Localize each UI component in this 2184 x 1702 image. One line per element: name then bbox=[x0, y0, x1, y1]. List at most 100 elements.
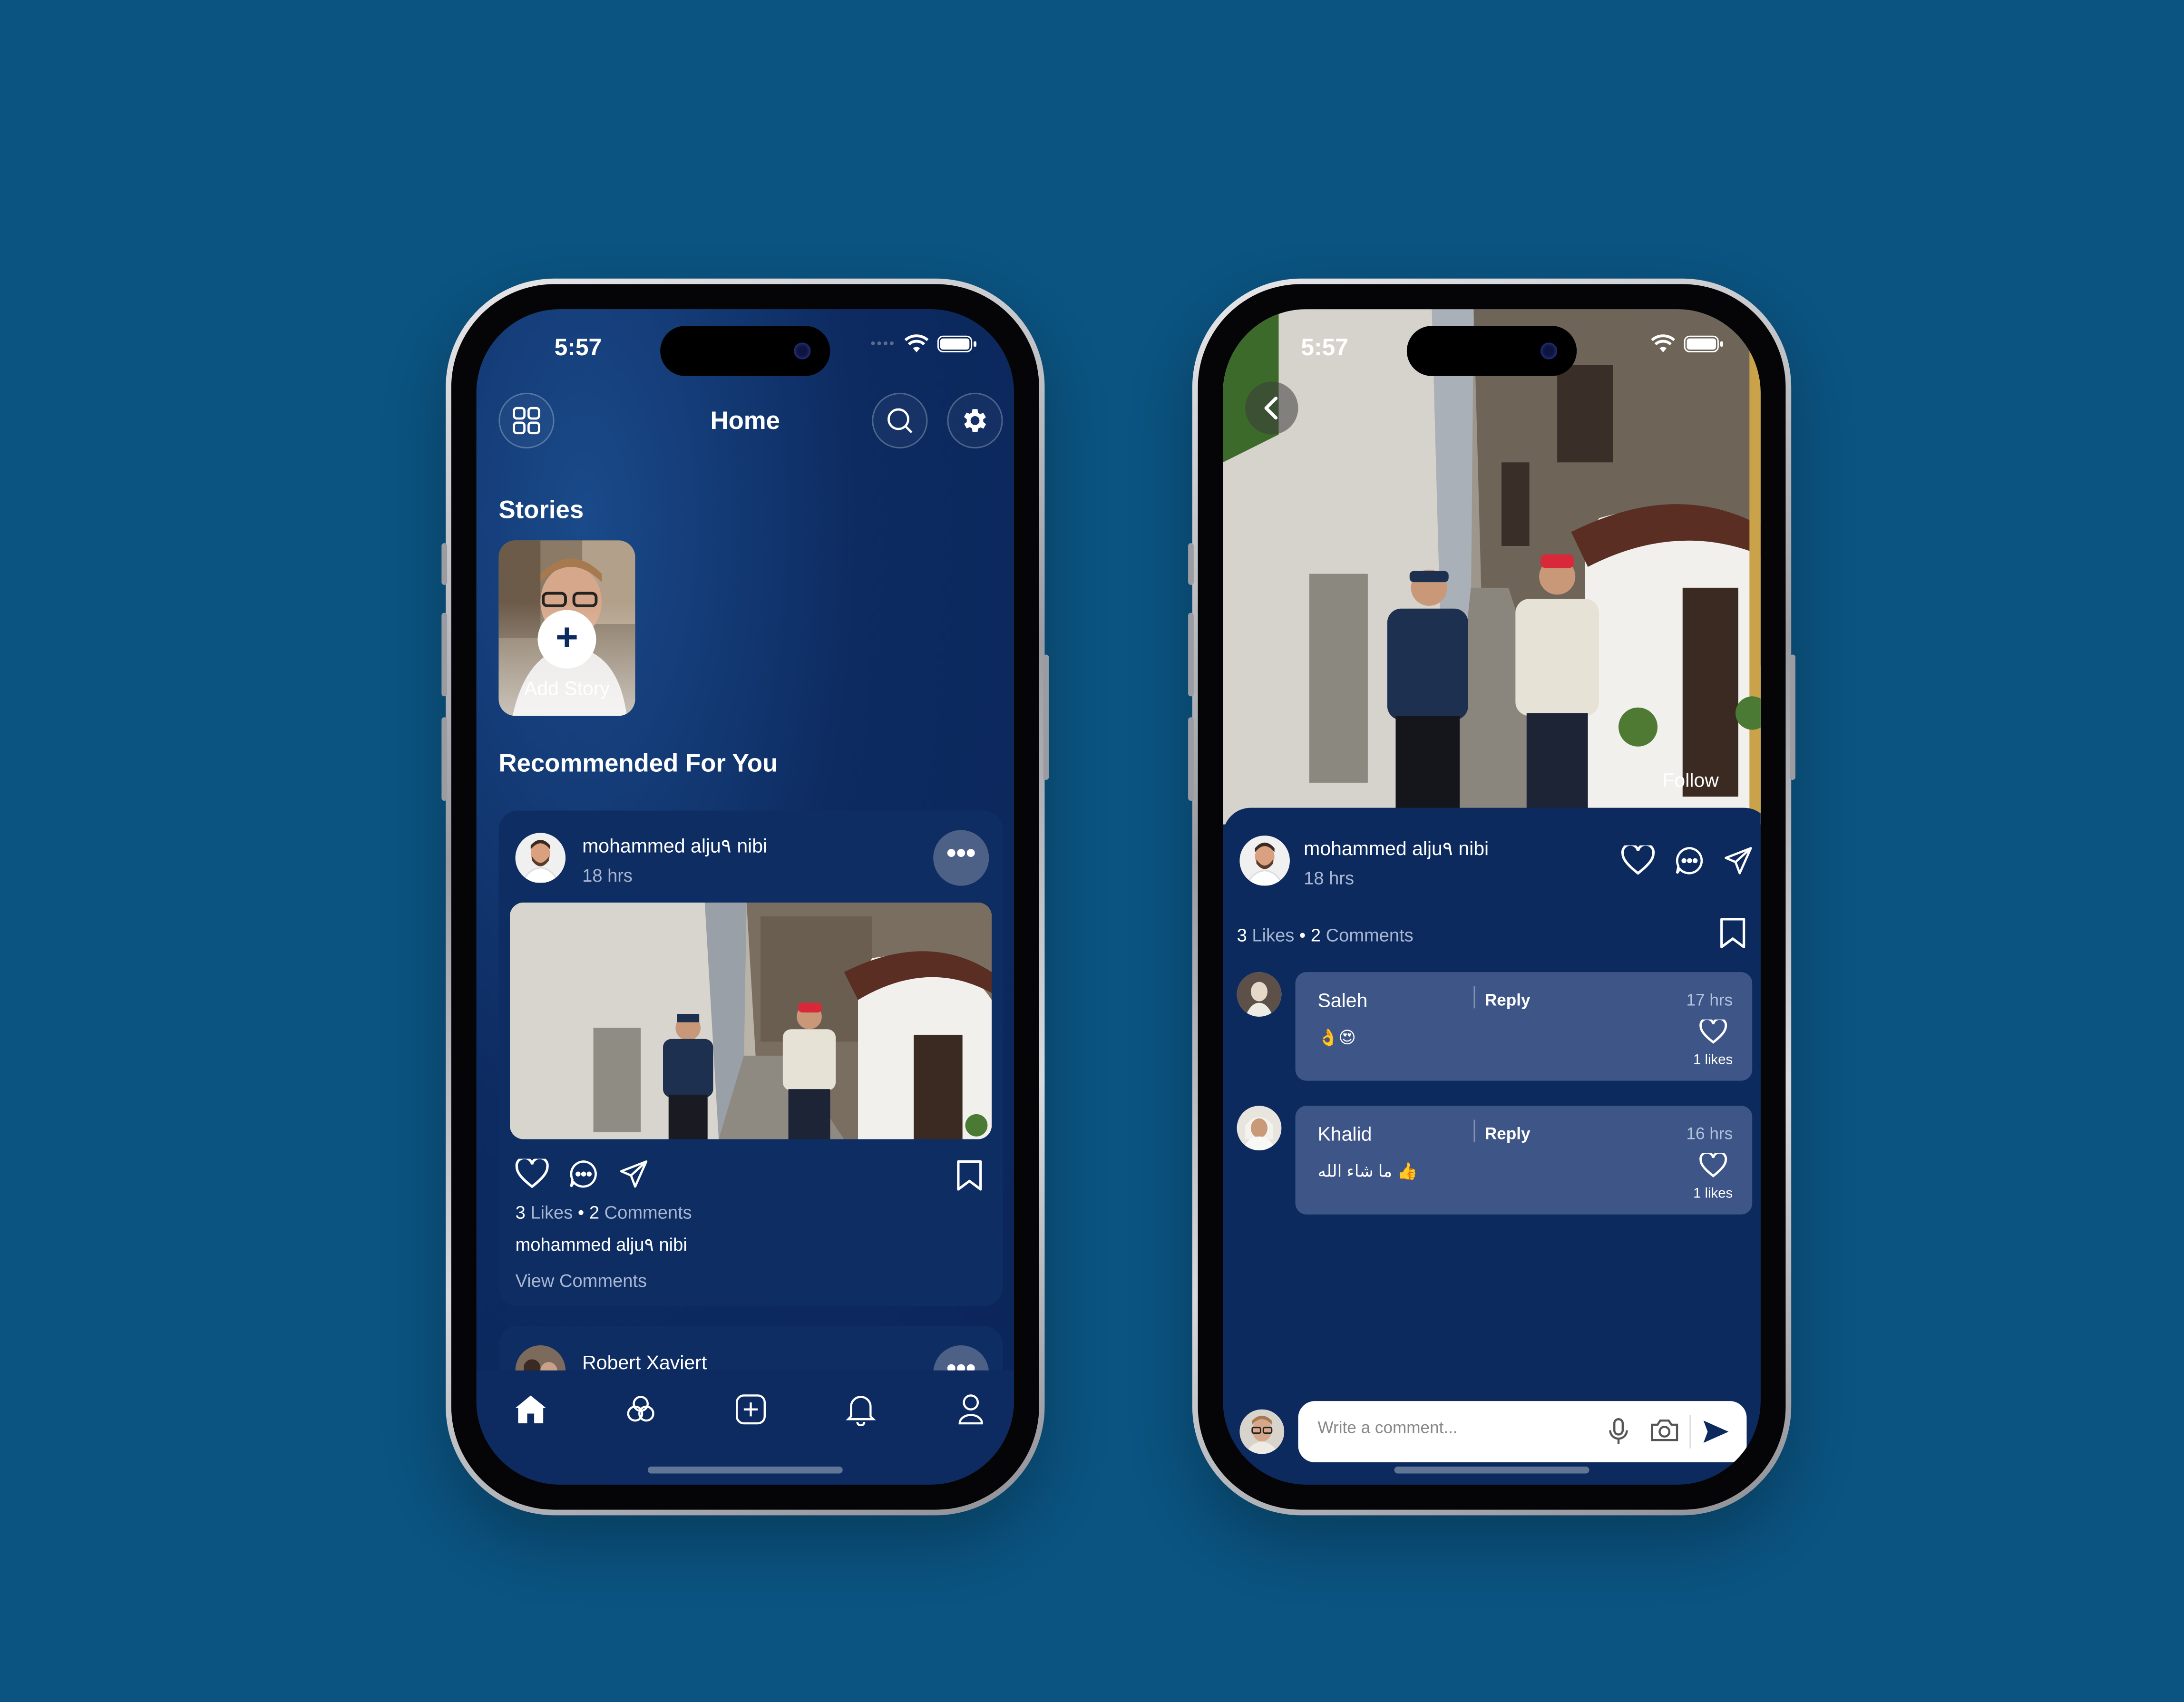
tab-community[interactable] bbox=[613, 1390, 669, 1429]
settings-button[interactable] bbox=[947, 392, 1003, 449]
like-icon[interactable] bbox=[515, 1158, 549, 1189]
add-story-button[interactable]: + bbox=[537, 610, 596, 669]
commenter-avatar[interactable] bbox=[1237, 972, 1282, 1017]
search-icon bbox=[887, 408, 913, 433]
stories-title: Stories bbox=[498, 496, 584, 524]
avatar-image bbox=[1237, 972, 1282, 1017]
avatar-image bbox=[1239, 836, 1290, 886]
post-username[interactable]: mohammed alju٩ nibi bbox=[582, 834, 767, 858]
reply-button[interactable]: Reply bbox=[1485, 1124, 1531, 1143]
avatar-image bbox=[515, 833, 566, 883]
comment-author[interactable]: Saleh bbox=[1317, 989, 1367, 1011]
volume-up-button bbox=[1188, 613, 1194, 697]
tab-home[interactable] bbox=[503, 1390, 558, 1429]
phone-home: 5:57 •••• Home Stories + Add Story Recom… bbox=[441, 278, 1049, 1516]
home-icon bbox=[515, 1395, 546, 1424]
battery-icon bbox=[937, 335, 976, 352]
post-username[interactable]: Robert Xaviert bbox=[582, 1351, 707, 1373]
comments-count: 2 bbox=[1310, 924, 1321, 946]
phone-post-detail: 5:57 Follow mohammed alju٩ nibi 18 hrs 3… bbox=[1188, 278, 1795, 1516]
avatar-image bbox=[1237, 1106, 1282, 1151]
send-icon[interactable] bbox=[1702, 1418, 1730, 1446]
comment-icon[interactable] bbox=[1674, 846, 1705, 876]
profile-icon bbox=[958, 1394, 983, 1425]
comment-like-icon[interactable] bbox=[1699, 1019, 1727, 1045]
post-username[interactable]: mohammed alju٩ nibi bbox=[1304, 837, 1489, 861]
likes-label: Likes bbox=[530, 1202, 573, 1223]
volume-down-button bbox=[1188, 717, 1194, 801]
post-stats: 3 Likes • 2 Comments bbox=[1237, 924, 1414, 946]
more-options-button[interactable]: ••• bbox=[933, 830, 989, 886]
status-icons: •••• bbox=[870, 334, 976, 354]
avatar[interactable] bbox=[515, 833, 566, 883]
add-story-card[interactable]: + Add Story bbox=[498, 540, 635, 716]
caption-username[interactable]: mohammed alju٩ nibi bbox=[516, 1234, 687, 1256]
share-icon[interactable] bbox=[1723, 846, 1754, 876]
comment-time: 16 hrs bbox=[1686, 1124, 1733, 1144]
comment-time: 17 hrs bbox=[1686, 990, 1733, 1010]
comment-input[interactable] bbox=[1317, 1418, 1597, 1438]
avatar-image bbox=[1239, 1409, 1285, 1454]
page-title: Home bbox=[710, 407, 780, 435]
back-button[interactable] bbox=[1245, 381, 1298, 435]
comment-item: Saleh Reply 17 hrs 👌😍 1 likes bbox=[1295, 972, 1753, 1081]
post-time: 18 hrs bbox=[582, 865, 633, 886]
signal-icon: •••• bbox=[870, 336, 896, 352]
power-button bbox=[1043, 654, 1049, 780]
post-image[interactable] bbox=[509, 902, 992, 1139]
camera-icon[interactable] bbox=[1649, 1418, 1679, 1443]
post-hero-image[interactable] bbox=[1223, 309, 1761, 825]
tab-profile[interactable] bbox=[943, 1390, 999, 1429]
tab-bar bbox=[476, 1370, 1014, 1485]
current-user-avatar bbox=[1239, 1409, 1285, 1454]
comment-icon[interactable] bbox=[568, 1159, 599, 1189]
status-time: 5:57 bbox=[554, 334, 602, 361]
add-story-label: Add Story bbox=[524, 677, 610, 700]
comment-like-icon[interactable] bbox=[1699, 1153, 1727, 1178]
home-screen: 5:57 •••• Home Stories + Add Story Recom… bbox=[476, 309, 1014, 1485]
comments-label: Comments bbox=[604, 1202, 692, 1223]
like-icon[interactable] bbox=[1621, 845, 1655, 876]
home-indicator bbox=[1394, 1466, 1589, 1474]
volume-up-button bbox=[441, 613, 448, 697]
microphone-icon[interactable] bbox=[1608, 1418, 1630, 1446]
comment-input-bar bbox=[1298, 1401, 1747, 1463]
reply-button[interactable]: Reply bbox=[1485, 990, 1531, 1010]
add-post-icon bbox=[736, 1394, 766, 1425]
side-button bbox=[441, 543, 448, 585]
comment-author[interactable]: Khalid bbox=[1317, 1122, 1372, 1145]
view-comments-link[interactable]: View Comments bbox=[516, 1270, 647, 1291]
share-icon[interactable] bbox=[618, 1159, 649, 1189]
bell-icon bbox=[846, 1396, 876, 1426]
comment-item: Khalid Reply 16 hrs ما شاء الله 👍 1 like… bbox=[1295, 1106, 1753, 1215]
divider bbox=[1689, 1415, 1691, 1449]
comments-count: 2 bbox=[589, 1202, 600, 1223]
comment-likes: 1 likes bbox=[1693, 1053, 1733, 1069]
wifi-icon bbox=[1651, 334, 1676, 352]
comment-text: ما شاء الله 👍 bbox=[1317, 1161, 1418, 1181]
power-button bbox=[1790, 654, 1795, 780]
bookmark-icon[interactable] bbox=[956, 1159, 984, 1192]
bookmark-icon[interactable] bbox=[1719, 916, 1747, 950]
recommended-title: Recommended For You bbox=[498, 749, 778, 778]
comments-label: Comments bbox=[1326, 924, 1414, 946]
commenter-avatar[interactable] bbox=[1237, 1106, 1282, 1151]
comment-likes: 1 likes bbox=[1693, 1187, 1733, 1202]
gear-icon bbox=[964, 409, 986, 432]
divider bbox=[1473, 986, 1475, 1009]
comment-text: 👌😍 bbox=[1317, 1028, 1356, 1048]
dynamic-island bbox=[660, 326, 830, 376]
post-detail-screen: 5:57 Follow mohammed alju٩ nibi 18 hrs 3… bbox=[1223, 309, 1761, 1485]
chevron-left-icon bbox=[1264, 397, 1278, 420]
search-button[interactable] bbox=[872, 392, 928, 449]
status-icons bbox=[1650, 334, 1723, 354]
wifi-icon bbox=[904, 334, 929, 352]
divider bbox=[1473, 1119, 1475, 1142]
avatar[interactable] bbox=[1239, 836, 1290, 886]
side-button bbox=[1188, 543, 1194, 585]
community-icon bbox=[627, 1396, 654, 1422]
volume-down-button bbox=[441, 717, 448, 801]
follow-button[interactable]: Follow bbox=[1662, 769, 1719, 791]
tab-notifications[interactable] bbox=[833, 1390, 888, 1429]
tab-add-post[interactable] bbox=[723, 1390, 779, 1429]
